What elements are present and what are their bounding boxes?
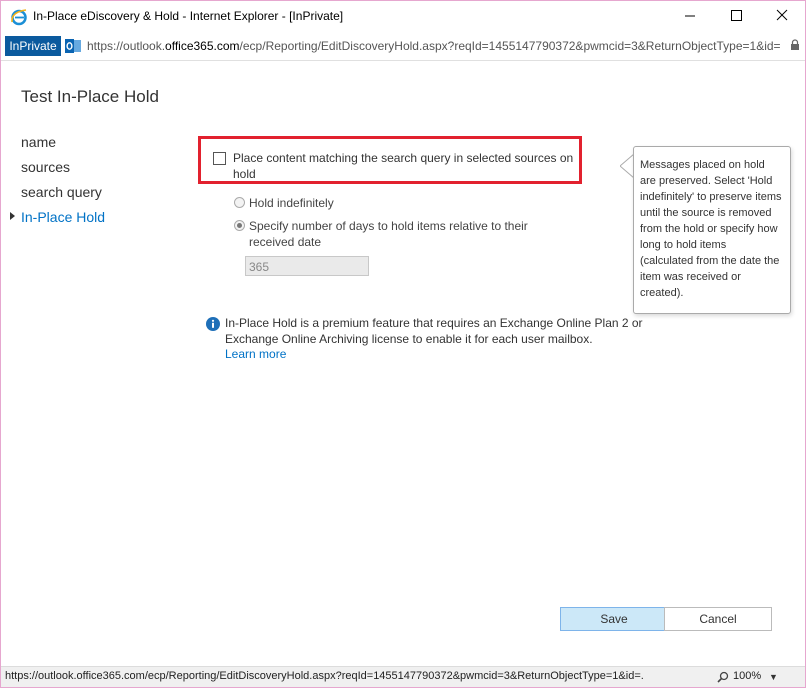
outlook-icon xyxy=(65,39,81,53)
nav-item-name[interactable]: name xyxy=(21,132,105,157)
wizard-nav: name sources search query In-Place Hold xyxy=(10,132,106,232)
zoom-level[interactable]: 100% xyxy=(733,670,761,682)
address-url[interactable]: https://outlook.office365.com/ecp/Report… xyxy=(87,39,785,53)
close-icon[interactable] xyxy=(759,1,805,31)
lock-icon[interactable] xyxy=(790,39,800,51)
cancel-button[interactable]: Cancel xyxy=(664,607,772,631)
minimize-icon[interactable] xyxy=(667,1,713,31)
url-domain: office365.com xyxy=(165,39,240,53)
url-path: /ecp/Reporting/EditDiscoveryHold.aspx?re… xyxy=(239,39,781,53)
nav-item-search-query[interactable]: search query xyxy=(21,182,105,207)
save-button[interactable]: Save xyxy=(560,607,668,631)
nav-item-in-place-hold[interactable]: In-Place Hold xyxy=(10,207,106,232)
url-prefix: https://outlook. xyxy=(87,39,166,53)
zoom-icon[interactable] xyxy=(717,671,729,683)
nav-item-label: In-Place Hold xyxy=(21,209,106,225)
specify-days-label: Specify number of days to hold items rel… xyxy=(249,219,528,249)
hold-indefinitely-radio[interactable] xyxy=(234,197,245,208)
nav-item-sources[interactable]: sources xyxy=(21,157,105,182)
help-callout: Messages placed on hold are preserved. S… xyxy=(633,146,791,314)
page-title: Test In-Place Hold xyxy=(21,87,159,106)
place-content-label: Place content matching the search query … xyxy=(233,151,574,181)
inprivate-badge: InPrivate xyxy=(5,36,61,56)
place-content-checkbox[interactable] xyxy=(213,152,226,165)
callout-pointer xyxy=(620,154,634,178)
browser-window: In-Place eDiscovery & Hold - Internet Ex… xyxy=(0,0,806,688)
hold-indefinitely-label: Hold indefinitely xyxy=(249,196,334,210)
specify-days-radio[interactable] xyxy=(234,220,245,231)
info-text: In-Place Hold is a premium feature that … xyxy=(225,316,643,346)
info-icon xyxy=(206,317,220,331)
internet-explorer-icon xyxy=(11,9,27,26)
days-input[interactable] xyxy=(245,256,369,276)
maximize-icon[interactable] xyxy=(713,1,759,31)
status-bar: https://outlook.office365.com/ecp/Report… xyxy=(1,666,805,687)
status-url: https://outlook.office365.com/ecp/Report… xyxy=(5,670,644,682)
zoom-dropdown-icon[interactable]: ▼ xyxy=(769,672,778,682)
current-step-arrow-icon xyxy=(10,212,15,220)
title-bar: In-Place eDiscovery & Hold - Internet Ex… xyxy=(1,1,805,31)
learn-more-link[interactable]: Learn more xyxy=(225,347,286,361)
address-bar: InPrivate https://outlook.office365.com/… xyxy=(1,34,805,58)
divider xyxy=(1,60,805,61)
callout-text: Messages placed on hold are preserved. S… xyxy=(640,159,782,299)
window-title: In-Place eDiscovery & Hold - Internet Ex… xyxy=(33,9,344,23)
